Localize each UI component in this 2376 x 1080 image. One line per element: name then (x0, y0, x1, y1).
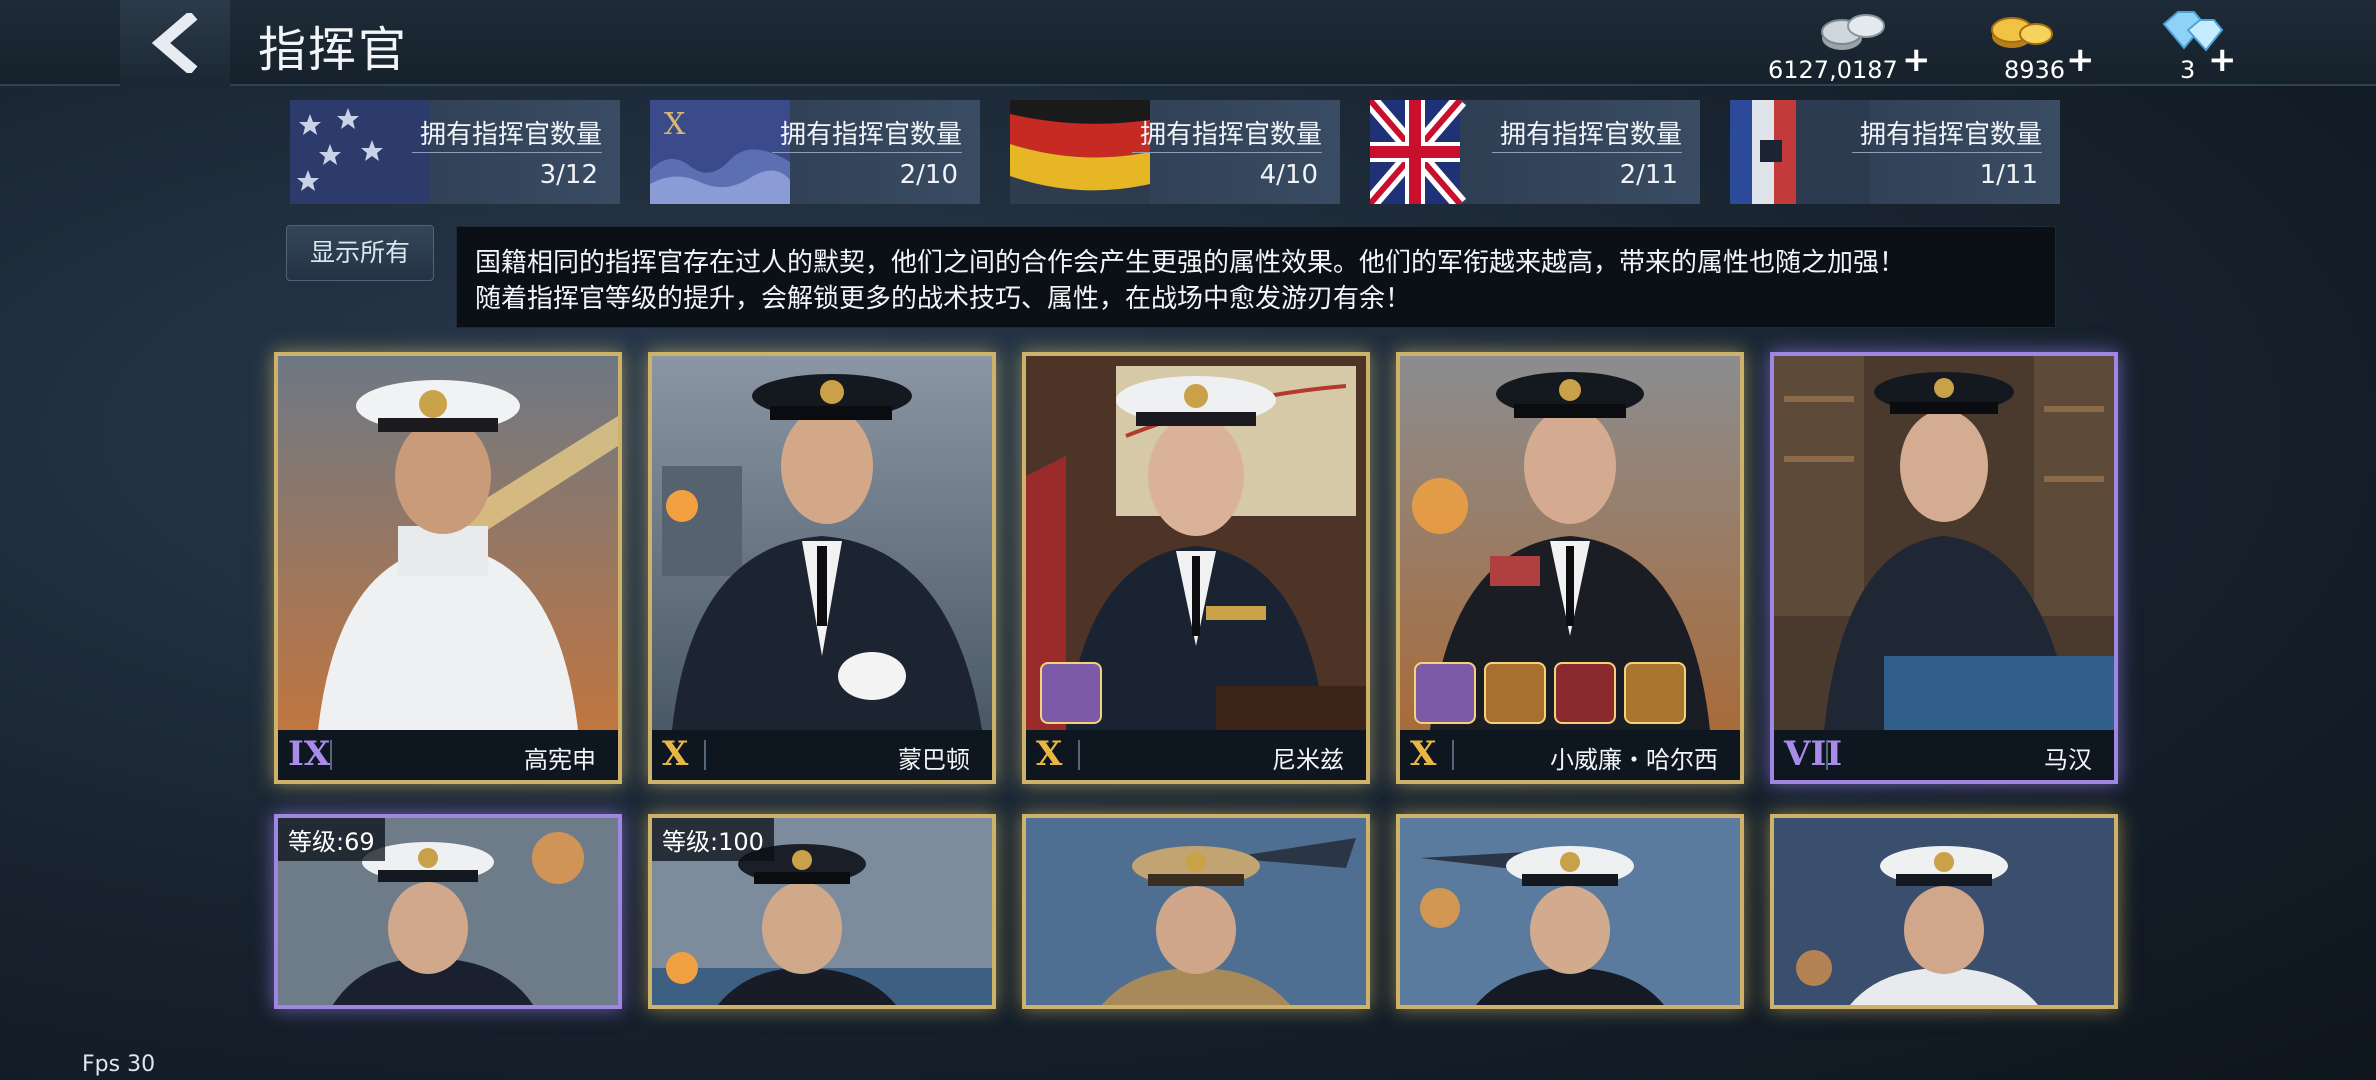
commander-card[interactable] (1770, 814, 2118, 1009)
commander-name: 蒙巴顿 (898, 746, 970, 774)
level-badge: 等级:69 (278, 818, 385, 861)
commander-card[interactable]: X 小威廉・哈尔西 (1396, 352, 1744, 784)
pistol-skill-icon[interactable] (1484, 662, 1546, 724)
commander-nameplate: VII 马汉 (1774, 730, 2114, 780)
jacket-skill-icon[interactable] (1554, 662, 1616, 724)
nation-label: 拥有指挥官数量 (419, 120, 602, 150)
commander-portrait (652, 356, 992, 730)
divider (704, 740, 706, 770)
divider (772, 152, 962, 153)
commander-card[interactable]: 等级:100 (648, 814, 996, 1009)
nation-tab-germany[interactable]: 拥有指挥官数量 4/10 (1010, 100, 1340, 204)
japan-flag-icon: X (650, 100, 790, 204)
nation-label: 拥有指挥官数量 (1499, 120, 1682, 150)
svg-text:X: X (664, 107, 686, 142)
nation-tab-uk[interactable]: 拥有指挥官数量 2/11 (1370, 100, 1700, 204)
silver-add-button[interactable]: + (1902, 40, 1931, 80)
commander-name: 马汉 (2044, 746, 2092, 774)
commander-nameplate: IX 高宪申 (278, 730, 618, 780)
top-bar: 指挥官 6127,0187 + 8936 + 3 + (0, 0, 2376, 86)
nation-tab-japan[interactable]: X 拥有指挥官数量 2/10 (650, 100, 980, 204)
fps-counter: Fps 30 (82, 1052, 156, 1077)
nation-label: 拥有指挥官数量 (1139, 120, 1322, 150)
commander-name: 高宪申 (524, 746, 596, 774)
silver-amount: 6127,0187 (1768, 56, 1898, 84)
usa-flag-icon (290, 100, 430, 204)
commander-portrait (1774, 818, 2114, 1005)
description-line-1: 国籍相同的指挥官存在过人的默契，他们之间的合作会产生更强的属性效果。他们的军衔越… (475, 248, 1906, 278)
diamond-amount: 3 (2180, 56, 2196, 84)
nation-tab-usa[interactable]: 拥有指挥官数量 3/12 (290, 100, 620, 204)
diamond-add-button[interactable]: + (2208, 40, 2237, 80)
gold-add-button[interactable]: + (2066, 40, 2095, 80)
rank-numeral: X (1036, 734, 1063, 774)
nation-count: 3/12 (539, 160, 598, 190)
skill-icons (1040, 662, 1102, 724)
nation-count: 1/11 (1979, 160, 2038, 190)
nation-label: 拥有指挥官数量 (779, 120, 962, 150)
nation-count: 2/10 (899, 160, 958, 190)
page-title: 指挥官 (258, 22, 409, 78)
nation-label: 拥有指挥官数量 (1859, 120, 2042, 150)
nation-count: 4/10 (1259, 160, 1318, 190)
ribbons-skill-icon[interactable] (1040, 662, 1102, 724)
commander-nameplate: X 蒙巴顿 (652, 730, 992, 780)
commander-portrait (278, 356, 618, 730)
nation-tab-france[interactable]: 拥有指挥官数量 1/11 (1730, 100, 2060, 204)
rank-numeral: X (1410, 734, 1437, 774)
description-box: 国籍相同的指挥官存在过人的默契，他们之间的合作会产生更强的属性效果。他们的军衔越… (456, 226, 2056, 328)
divider (1452, 740, 1454, 770)
commander-card[interactable]: X 尼米兹 (1022, 352, 1370, 784)
rank-numeral: VII (1784, 734, 1843, 774)
commander-nameplate: X 尼米兹 (1026, 730, 1366, 780)
divider (1492, 152, 1682, 153)
commander-card[interactable]: X 蒙巴顿 (648, 352, 996, 784)
silver-coins-icon (1821, 14, 1885, 50)
france-flag-icon (1730, 100, 1870, 204)
commander-card[interactable]: VII 马汉 (1770, 352, 2118, 784)
divider (1826, 740, 1828, 770)
commander-name: 尼米兹 (1272, 746, 1344, 774)
ribbons-skill-icon[interactable] (1414, 662, 1476, 724)
chevron-left-icon (151, 13, 198, 73)
description-line-2: 随着指挥官等级的提升，会解锁更多的战术技巧、属性，在战场中愈发游刃有余！ (475, 284, 1412, 314)
commander-card[interactable] (1396, 814, 1744, 1009)
gold-coins-icon (1991, 17, 2053, 48)
commander-card[interactable]: IX 高宪申 (274, 352, 622, 784)
diamond-currency: 3 + (2150, 4, 2260, 84)
commander-card[interactable]: 等级:69 (274, 814, 622, 1009)
cap-skill-icon[interactable] (1624, 662, 1686, 724)
back-button[interactable] (120, 0, 230, 86)
divider (330, 740, 332, 770)
commander-portrait (1026, 818, 1366, 1005)
commander-portrait (1774, 356, 2114, 730)
divider (1852, 152, 2042, 153)
commander-card[interactable] (1022, 814, 1370, 1009)
gold-amount: 8936 (2004, 56, 2066, 84)
divider (1078, 740, 1080, 770)
uk-flag-icon (1370, 100, 1467, 204)
divider (412, 152, 602, 153)
rank-numeral: IX (288, 734, 331, 774)
germany-flag-icon (1010, 100, 1150, 204)
commander-portrait (1400, 818, 1740, 1005)
level-badge: 等级:100 (652, 818, 774, 861)
divider (1132, 152, 1322, 153)
gold-currency: 8936 + (1984, 4, 2095, 84)
show-all-button[interactable]: 显示所有 (286, 225, 434, 281)
silver-currency: 6127,0187 + (1768, 4, 1931, 84)
rank-numeral: X (662, 734, 689, 774)
nation-count: 2/11 (1619, 160, 1678, 190)
commander-nameplate: X 小威廉・哈尔西 (1400, 730, 1740, 780)
commander-name: 小威廉・哈尔西 (1550, 746, 1718, 774)
skill-icons (1414, 662, 1686, 724)
